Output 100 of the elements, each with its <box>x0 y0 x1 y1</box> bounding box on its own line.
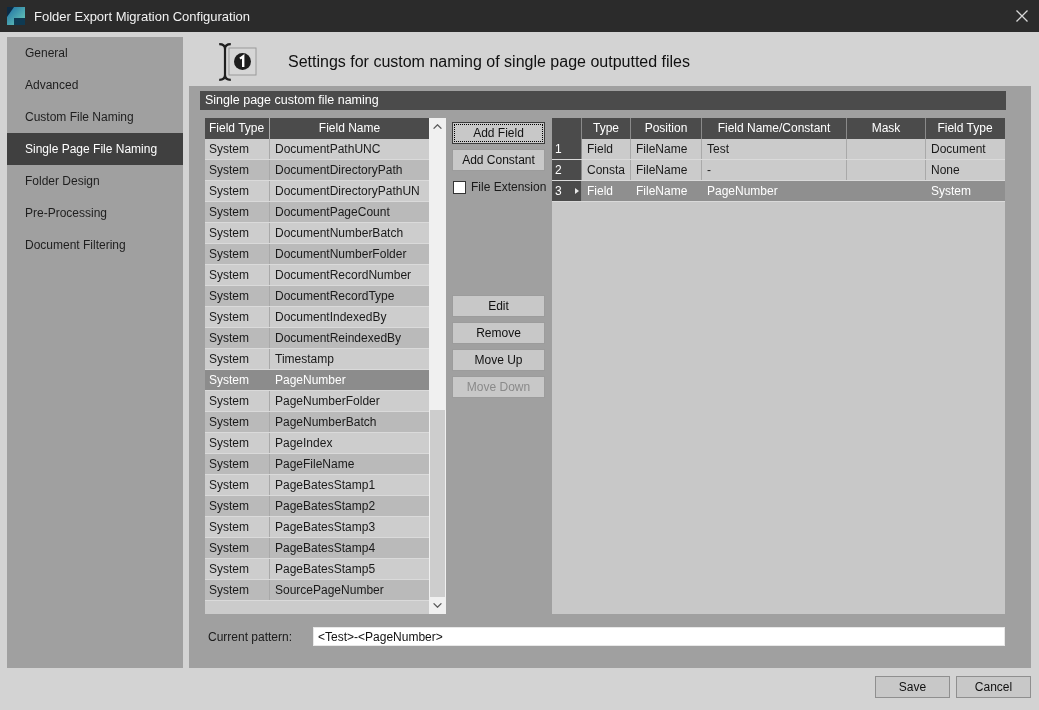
sidebar-item[interactable]: Single Page File Naming <box>7 133 183 165</box>
table-cell: System <box>205 454 270 474</box>
table-cell: - <box>702 160 847 180</box>
table-row[interactable]: System PageBatesStamp4 <box>205 538 429 559</box>
close-icon[interactable] <box>1016 10 1028 22</box>
table-cell: System <box>205 181 270 201</box>
table-cell-text: PageFileName <box>274 456 356 473</box>
action-button[interactable]: Move Up <box>452 349 545 371</box>
table-row[interactable]: System SourcePageNumber <box>205 580 429 601</box>
dialog-button[interactable]: Cancel <box>956 676 1031 698</box>
table-cell-text: DocumentNumberFolder <box>274 246 408 263</box>
action-button[interactable]: Remove <box>452 322 545 344</box>
table-row[interactable]: System DocumentIndexedBy <box>205 307 429 328</box>
sidebar-item[interactable]: Custom File Naming <box>7 101 183 133</box>
table-row[interactable]: System PageNumberFolder <box>205 391 429 412</box>
sidebar-item[interactable]: Folder Design <box>7 165 183 197</box>
scrollbar-thumb[interactable] <box>430 410 445 597</box>
app-logo-icon <box>7 7 25 25</box>
row-number: 1 <box>555 142 562 156</box>
table-row[interactable]: System PageBatesStamp2 <box>205 496 429 517</box>
table-cell-text: PageNumber <box>706 183 779 200</box>
table-cell: System <box>205 139 270 159</box>
table-cell-text: PageBatesStamp1 <box>274 477 377 494</box>
table-cell-text: System <box>930 183 972 200</box>
table-row[interactable]: System DocumentNumberBatch <box>205 223 429 244</box>
table-row[interactable]: System PageNumberBatch <box>205 412 429 433</box>
table-row[interactable]: System PageIndex <box>205 433 429 454</box>
table-cell: System <box>205 517 270 537</box>
table-cell-text: DocumentDirectoryPath <box>274 162 404 179</box>
table-cell: System <box>205 538 270 558</box>
table-row[interactable]: 1 Field FileName Test Document <box>552 139 1005 160</box>
table-row[interactable]: System DocumentRecordType <box>205 286 429 307</box>
table-cell-text: System <box>208 372 250 389</box>
row-number: 3 <box>555 184 562 198</box>
scrollbar[interactable] <box>429 118 446 614</box>
table-row[interactable]: System PageBatesStamp3 <box>205 517 429 538</box>
table-row[interactable]: System PageBatesStamp1 <box>205 475 429 496</box>
table-cell-text: PageBatesStamp3 <box>274 519 377 536</box>
table-row[interactable]: 3 Field FileName PageNumber System <box>552 181 1005 202</box>
table-row[interactable]: System DocumentDirectoryPath <box>205 160 429 181</box>
field-label: Current pattern: <box>208 629 294 644</box>
row-header[interactable]: 2 <box>552 160 582 180</box>
row-pointer-icon <box>575 188 579 194</box>
table-cell: System <box>205 349 270 369</box>
text-cursor-number-icon <box>218 42 258 81</box>
row-header[interactable]: 1 <box>552 139 582 159</box>
pattern-field[interactable]: <Test>-<PageNumber> <box>313 627 1005 646</box>
column-header: Field Type <box>936 120 994 137</box>
checkbox-label[interactable]: File Extension <box>471 180 547 194</box>
table-cell-text: PageNumberBatch <box>274 414 378 431</box>
chevron-up-icon[interactable] <box>433 124 442 129</box>
row-number: 2 <box>555 163 562 177</box>
action-button[interactable]: Add Field <box>452 122 545 144</box>
table-cell-text: Timestamp <box>274 351 335 368</box>
table-row[interactable]: 2 Consta FileName - None <box>552 160 1005 181</box>
table-cell: System <box>205 244 270 264</box>
table-cell: System <box>205 559 270 579</box>
page-heading: Settings for custom naming of single page outputted files <box>288 52 690 71</box>
dialog-button[interactable]: Save <box>875 676 950 698</box>
checkbox[interactable] <box>453 180 466 194</box>
table-cell: System <box>205 412 270 432</box>
table-row[interactable]: System DocumentPageCount <box>205 202 429 223</box>
sidebar-item[interactable]: General <box>7 37 183 69</box>
table-cell: System <box>205 307 270 327</box>
table-cell-text: PageBatesStamp4 <box>274 540 377 557</box>
table-cell: System <box>205 223 270 243</box>
table-cell: Consta <box>582 160 631 180</box>
table-cell: FileName <box>631 160 702 180</box>
table-row[interactable]: System PageFileName <box>205 454 429 475</box>
action-button[interactable]: Edit <box>452 295 545 317</box>
section-header: Single page custom file naming <box>200 91 1006 110</box>
table-row[interactable]: System PageBatesStamp5 <box>205 559 429 580</box>
table-row[interactable]: System DocumentRecordNumber <box>205 265 429 286</box>
table-cell-text: PageBatesStamp5 <box>274 561 377 578</box>
table-cell-text: SourcePageNumber <box>274 582 385 599</box>
table-cell: System <box>205 433 270 453</box>
sidebar-item[interactable]: Pre-Processing <box>7 197 183 229</box>
table-cell: Field <box>582 139 631 159</box>
table-cell-text: DocumentPageCount <box>274 204 391 221</box>
table-cell-text: Field <box>586 183 614 200</box>
chevron-down-icon[interactable] <box>433 603 442 608</box>
table-cell: FileName <box>631 139 702 159</box>
table-cell-text: PageIndex <box>274 435 334 452</box>
table-row[interactable]: System Timestamp <box>205 349 429 370</box>
table-row[interactable]: System DocumentReindexedBy <box>205 328 429 349</box>
action-button[interactable]: Add Constant <box>452 149 545 171</box>
table-row[interactable]: System DocumentPathUNC <box>205 139 429 160</box>
table-cell-text: DocumentRecordNumber <box>274 267 413 284</box>
table-cell: Test <box>702 139 847 159</box>
table-cell-text: DocumentDirectoryPathUN <box>274 183 421 200</box>
sidebar-item[interactable]: Document Filtering <box>7 229 183 261</box>
table-cell: System <box>205 202 270 222</box>
table-cell: System <box>205 496 270 516</box>
row-header[interactable]: 3 <box>552 181 582 201</box>
table-row[interactable]: System DocumentNumberFolder <box>205 244 429 265</box>
table-cell-text: None <box>930 162 961 179</box>
table-row[interactable]: System DocumentDirectoryPathUN <box>205 181 429 202</box>
window-title: Folder Export Migration Configuration <box>34 8 251 24</box>
sidebar-item[interactable]: Advanced <box>7 69 183 101</box>
table-cell-text: Document <box>930 141 987 158</box>
